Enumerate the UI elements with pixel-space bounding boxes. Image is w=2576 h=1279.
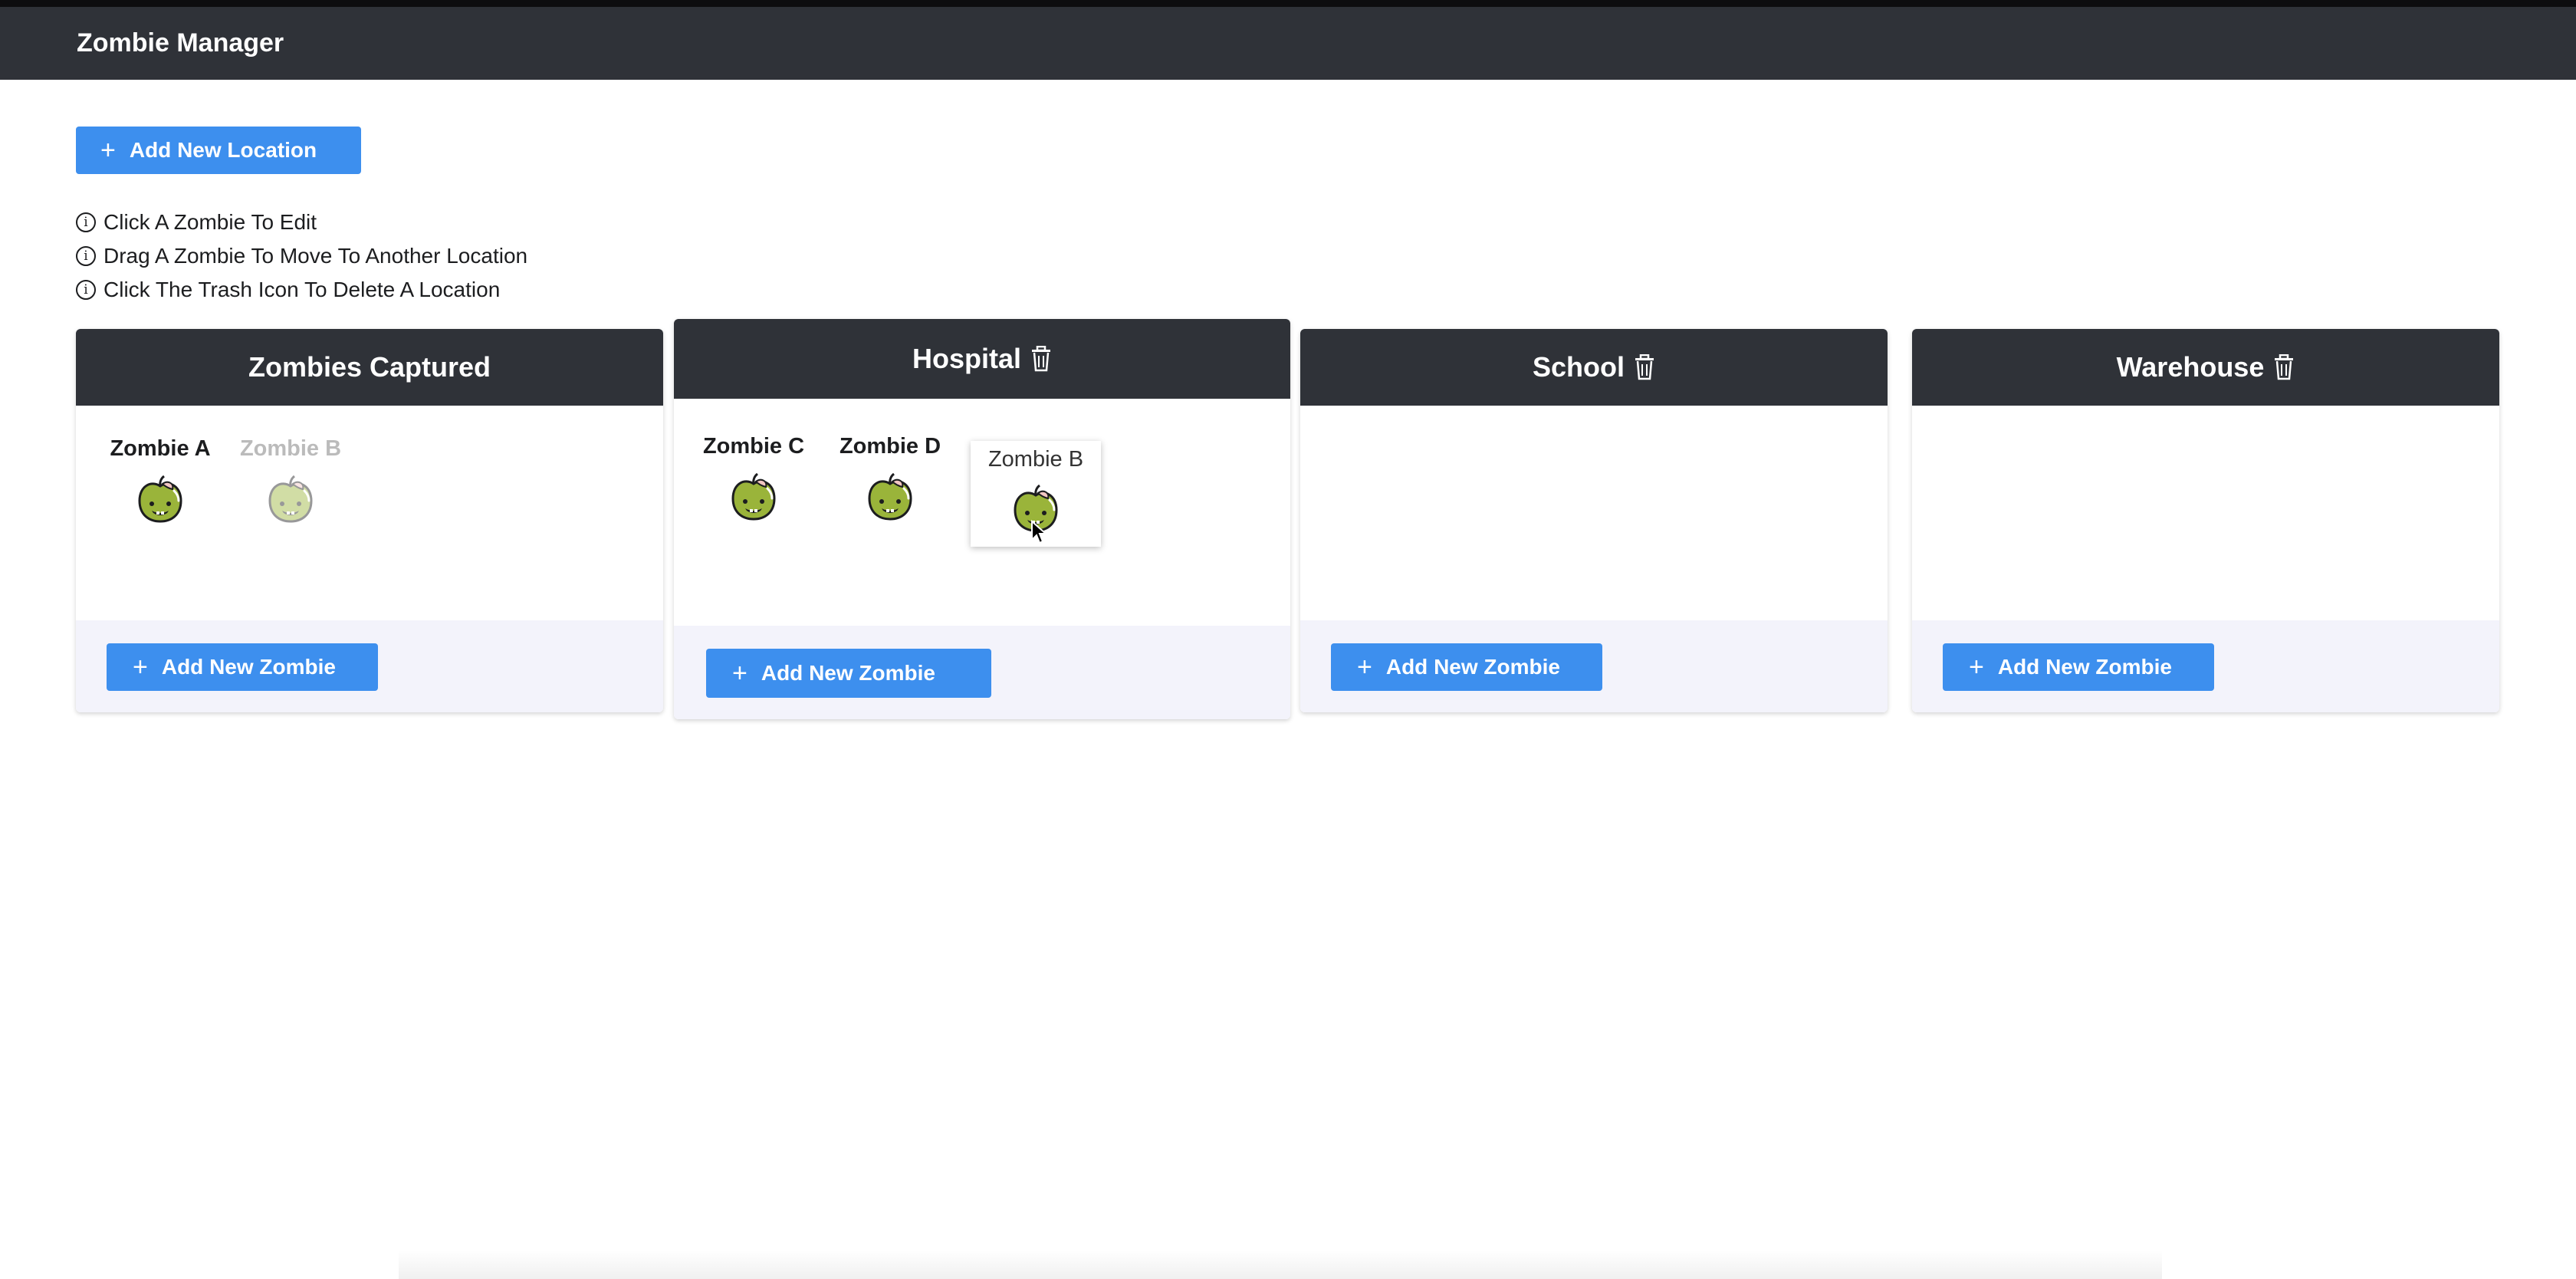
location-card-school: School + Add New Zombie bbox=[1300, 329, 1888, 712]
info-icon: i bbox=[76, 246, 96, 266]
trash-icon[interactable] bbox=[2273, 354, 2295, 380]
location-card-warehouse: Warehouse + Add New Zombie bbox=[1912, 329, 2499, 712]
zombie-icon bbox=[731, 473, 777, 521]
add-zombie-button[interactable]: + Add New Zombie bbox=[706, 649, 991, 698]
zombie-icon bbox=[867, 473, 913, 521]
location-body bbox=[1300, 406, 1888, 620]
location-body bbox=[1912, 406, 2499, 620]
location-card-zombies-captured: Zombies Captured Zombie A Zombie B + Add… bbox=[76, 329, 663, 712]
instruction-text: Click A Zombie To Edit bbox=[104, 210, 317, 234]
zombie-item[interactable]: Zombie A bbox=[107, 436, 214, 527]
add-location-button[interactable]: + Add New Location bbox=[76, 127, 361, 174]
location-footer: + Add New Zombie bbox=[674, 626, 1290, 719]
plus-icon: + bbox=[1969, 653, 1984, 682]
add-zombie-button[interactable]: + Add New Zombie bbox=[1943, 643, 2214, 691]
add-zombie-label: Add New Zombie bbox=[1385, 655, 1560, 679]
plus-icon: + bbox=[133, 653, 148, 682]
location-footer: + Add New Zombie bbox=[1912, 620, 2499, 712]
zombie-item-placeholder: Zombie B bbox=[237, 436, 344, 527]
info-icon: i bbox=[76, 212, 96, 232]
zombie-item[interactable]: Zombie C bbox=[700, 434, 807, 524]
zombie-name: Zombie A bbox=[110, 436, 211, 461]
location-title: Zombies Captured bbox=[248, 351, 491, 383]
add-zombie-button[interactable]: + Add New Zombie bbox=[107, 643, 378, 691]
add-location-label: Add New Location bbox=[129, 138, 317, 162]
zombie-name: Zombie D bbox=[839, 434, 941, 459]
location-header: Hospital bbox=[674, 319, 1290, 399]
zombie-icon bbox=[268, 475, 314, 523]
add-zombie-label: Add New Zombie bbox=[1997, 655, 2172, 679]
location-title: Warehouse bbox=[2116, 351, 2265, 383]
instruction-text: Click The Trash Icon To Delete A Locatio… bbox=[104, 278, 501, 301]
add-zombie-button[interactable]: + Add New Zombie bbox=[1331, 643, 1602, 691]
location-header: School bbox=[1300, 329, 1888, 406]
plus-icon: + bbox=[100, 136, 116, 165]
instruction-item: i Click The Trash Icon To Delete A Locat… bbox=[76, 273, 527, 307]
add-zombie-label: Add New Zombie bbox=[761, 661, 935, 685]
add-zombie-label: Add New Zombie bbox=[161, 655, 336, 679]
zombie-name: Zombie B bbox=[239, 436, 342, 461]
location-footer: + Add New Zombie bbox=[76, 620, 663, 712]
window-top-edge bbox=[0, 0, 2576, 7]
location-title: School bbox=[1532, 351, 1625, 383]
location-header: Zombies Captured bbox=[76, 329, 663, 406]
info-icon: i bbox=[76, 280, 96, 300]
trash-icon[interactable] bbox=[1030, 346, 1052, 372]
navbar: Zombie Manager bbox=[0, 7, 2576, 80]
zombie-item[interactable]: Zombie D bbox=[836, 434, 944, 524]
plus-icon: + bbox=[1357, 653, 1372, 682]
zombie-name: Zombie C bbox=[702, 434, 805, 459]
location-header: Warehouse bbox=[1912, 329, 2499, 406]
instruction-text: Drag A Zombie To Move To Another Locatio… bbox=[104, 244, 528, 268]
instruction-item: i Drag A Zombie To Move To Another Locat… bbox=[76, 239, 527, 273]
instruction-item: i Click A Zombie To Edit bbox=[76, 205, 527, 239]
plus-icon: + bbox=[732, 659, 748, 688]
zombie-name: Zombie B bbox=[987, 447, 1084, 472]
instructions-list: i Click A Zombie To Edit i Drag A Zombie… bbox=[76, 205, 527, 307]
location-footer: + Add New Zombie bbox=[1300, 620, 1888, 712]
zombie-icon bbox=[137, 475, 183, 523]
location-title: Hospital bbox=[912, 343, 1021, 374]
bottom-edge-shadow bbox=[399, 1250, 2162, 1279]
trash-icon[interactable] bbox=[1634, 354, 1655, 380]
app-title: Zombie Manager bbox=[77, 28, 284, 58]
location-body: Zombie A Zombie B bbox=[76, 406, 663, 620]
mouse-cursor-icon bbox=[1031, 520, 1047, 544]
